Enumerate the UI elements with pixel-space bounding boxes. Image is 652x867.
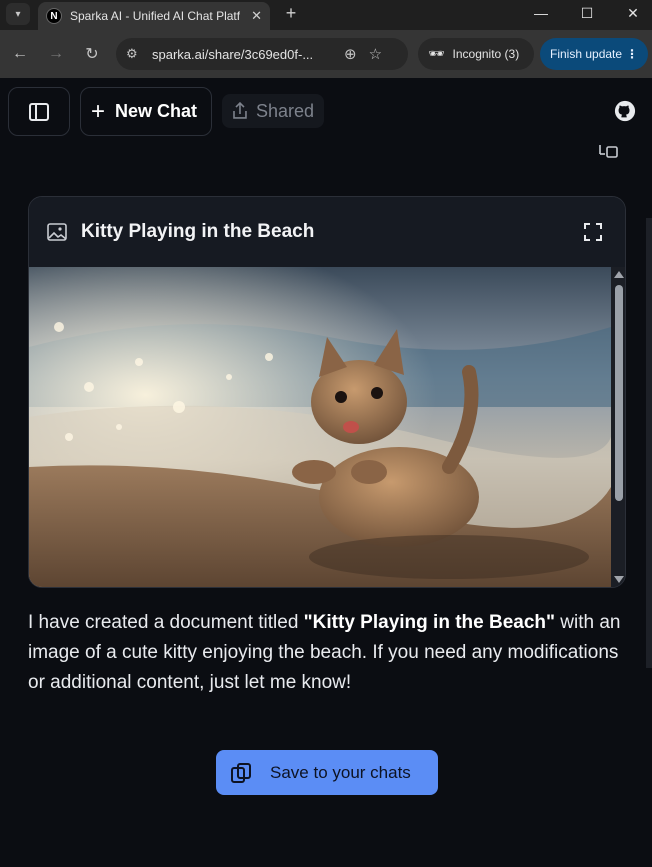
app-main: + New Chat Shared Kitty Playing in the B… <box>0 78 652 867</box>
minimize-icon[interactable]: — <box>518 0 564 26</box>
image-icon <box>47 223 67 241</box>
sidebar-toggle-button[interactable] <box>8 87 70 136</box>
copy-icon <box>231 762 251 783</box>
finish-update-label: Finish update <box>550 47 623 61</box>
kitten-illustration <box>29 267 611 587</box>
window-close-icon[interactable]: ✕ <box>610 0 652 26</box>
kitten-beach-image <box>29 267 611 587</box>
image-scrollbar[interactable] <box>611 267 625 587</box>
close-icon[interactable]: ✕ <box>251 8 262 24</box>
new-tab-icon[interactable]: + <box>280 2 302 24</box>
shared-label: Shared <box>255 100 314 121</box>
scroll-down-icon[interactable] <box>614 576 624 583</box>
github-icon[interactable] <box>614 100 636 122</box>
document-card[interactable]: Kitty Playing in the Beach <box>28 196 626 588</box>
favicon-icon: N <box>46 8 62 24</box>
incognito-label: Incognito (3) <box>452 47 520 61</box>
browser-tab[interactable]: N Sparka AI - Unified AI Chat Platform ✕ <box>38 2 270 30</box>
reload-icon[interactable]: ↻ <box>80 42 104 66</box>
browser-tabstrip: ▾ N Sparka AI - Unified AI Chat Platform… <box>0 0 652 30</box>
new-chat-label: New Chat <box>115 101 198 121</box>
forward-icon[interactable]: → <box>44 42 68 66</box>
message-prefix: I have created a document titled <box>28 612 304 633</box>
scroll-up-icon[interactable] <box>614 271 624 278</box>
maximize-icon[interactable]: ☐ <box>564 0 610 26</box>
sidebar-icon <box>29 102 49 121</box>
share-icon <box>233 102 247 119</box>
url-text: sparka.ai/share/3c69ed0f-... <box>152 46 314 62</box>
document-title: Kitty Playing in the Beach <box>81 221 315 242</box>
copy-icon[interactable] <box>598 144 620 158</box>
menu-dots-icon[interactable]: ⋮ <box>626 47 638 61</box>
tab-title: Sparka AI - Unified AI Chat Platform <box>70 9 240 23</box>
document-card-header: Kitty Playing in the Beach <box>29 197 625 267</box>
fullscreen-icon[interactable] <box>583 222 603 242</box>
assistant-message: I have created a document titled "Kitty … <box>28 608 628 698</box>
zoom-icon[interactable]: ⊕ <box>344 45 357 63</box>
message-title-bold: "Kitty Playing in the Beach" <box>303 612 556 633</box>
incognito-icon: 🕶 <box>428 46 445 61</box>
page-scrollbar[interactable] <box>646 218 652 668</box>
save-label: Save to your chats <box>270 762 411 782</box>
address-bar[interactable]: ⚙ sparka.ai/share/3c69ed0f-... ⊕ ☆ <box>116 38 408 70</box>
site-info-icon[interactable]: ⚙ <box>126 46 144 62</box>
new-chat-button[interactable]: + New Chat <box>80 87 212 136</box>
scroll-thumb[interactable] <box>615 285 623 501</box>
star-icon[interactable]: ☆ <box>369 45 382 63</box>
plus-icon: + <box>91 97 106 125</box>
shared-button[interactable]: Shared <box>222 94 324 128</box>
incognito-badge[interactable]: 🕶 Incognito (3) <box>418 38 534 70</box>
save-to-chats-button[interactable]: Save to your chats <box>216 750 438 795</box>
browser-toolbar: ← → ↻ ⚙ sparka.ai/share/3c69ed0f-... ⊕ ☆… <box>0 30 652 78</box>
finish-update-button[interactable]: Finish update ⋮ <box>540 38 648 70</box>
back-icon[interactable]: ← <box>8 42 32 66</box>
tab-search-icon[interactable]: ▾ <box>6 3 30 25</box>
